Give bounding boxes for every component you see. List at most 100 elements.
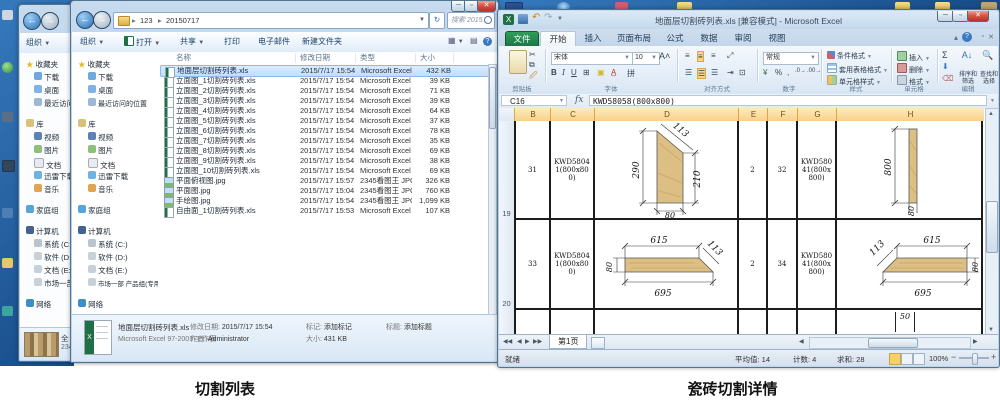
sidebar-item-share-drive[interactable]: 市场一部 产品组(专用)	[88, 278, 158, 288]
column-header[interactable]: G	[797, 108, 837, 121]
align-top-icon[interactable]: ≡	[685, 51, 690, 60]
sidebar-item-recent[interactable]: 最近访问的位置	[88, 98, 147, 109]
close-button[interactable]: ✕	[477, 1, 496, 12]
column-header-type[interactable]: 类型	[360, 52, 375, 63]
search-box[interactable]: 搜索 2015...	[447, 12, 495, 29]
sidebar-item-drive-c[interactable]: 系统 (C:)	[88, 239, 128, 250]
hscroll-left-icon[interactable]: ◀	[799, 338, 804, 345]
merge-center-icon[interactable]: ⊡	[739, 68, 746, 77]
borders-icon[interactable]: ⊞	[583, 68, 590, 77]
sidebar-item-music[interactable]: 音乐	[88, 184, 113, 195]
desktop-icon[interactable]	[2, 160, 15, 172]
cell-g20[interactable]: KWD58041(800x800)	[798, 220, 835, 308]
help-icon[interactable]: ?	[483, 36, 492, 46]
orientation-icon[interactable]: ⤢	[727, 51, 733, 61]
cell-g19[interactable]: KWD58041(800x800)	[798, 121, 835, 218]
list-scrollbar[interactable]	[488, 64, 497, 316]
tab-formulas[interactable]: 公式	[659, 31, 691, 46]
row-header[interactable]	[499, 309, 514, 334]
comma-icon[interactable]: ,	[787, 68, 789, 77]
sidebar-item-thunder[interactable]: 迅雷下载	[88, 171, 128, 182]
cell-b19[interactable]: 31	[516, 121, 549, 218]
indent-icon[interactable]: ⇥	[727, 68, 734, 77]
font-name-select[interactable]: 宋体▼	[551, 52, 633, 65]
column-header[interactable]: D	[594, 108, 739, 121]
name-box[interactable]: C16	[501, 95, 567, 106]
column-header[interactable]: F	[767, 108, 798, 121]
share-button[interactable]: 共享 ▼	[180, 36, 204, 47]
sidebar-item-pictures[interactable]: 图片	[88, 145, 113, 156]
scroll-down-icon[interactable]: ▼	[986, 325, 996, 334]
sidebar-item-drive-d[interactable]: 软件 (D:)	[88, 252, 128, 263]
back-button-icon[interactable]: ←	[23, 12, 41, 30]
desktop-icon[interactable]	[2, 10, 13, 20]
tab-review[interactable]: 审阅	[727, 31, 759, 46]
desktop-icon[interactable]	[2, 208, 13, 218]
file-row[interactable]: 立面图_1切割砖列表.xls2015/7/17 15:54Microsoft E…	[160, 76, 492, 86]
horizontal-scrollbar[interactable]	[809, 337, 971, 349]
copy-icon[interactable]: ⧉	[529, 60, 535, 70]
clear-icon[interactable]: ⌫	[942, 74, 953, 83]
row-header[interactable]: 20	[499, 219, 514, 310]
fill-color-icon[interactable]: ▣	[597, 68, 605, 77]
help-icon[interactable]: ?	[962, 32, 972, 42]
desktop-icon[interactable]	[2, 62, 13, 73]
file-row[interactable]: 立面图_8切割砖列表.xls2015/7/17 15:54Microsoft E…	[160, 146, 492, 156]
sidebar-item-desktop[interactable]: 桌面	[88, 85, 113, 96]
file-row[interactable]: 平面俯视图.jpg2015/7/17 15:572345看图王 JPG ...3…	[160, 176, 492, 186]
file-row[interactable]: 立面图_3切割砖列表.xls2015/7/17 15:54Microsoft E…	[160, 96, 492, 106]
grow-font-icon[interactable]: A˄	[659, 51, 670, 61]
find-select-icon[interactable]: 🔍	[979, 50, 997, 61]
fill-icon[interactable]: ⬇	[942, 62, 949, 71]
italic-icon[interactable]: I	[562, 68, 565, 77]
number-format-select[interactable]: 常规▼	[763, 52, 819, 65]
cell-f20[interactable]: 34	[768, 220, 796, 308]
tab-home[interactable]: 开始	[540, 31, 576, 47]
page-break-view-button[interactable]	[913, 353, 925, 365]
font-size-select[interactable]: 10▼	[632, 52, 660, 65]
file-row[interactable]: 立面图_7切割砖列表.xls2015/7/17 15:54Microsoft E…	[160, 136, 492, 146]
format-painter-icon[interactable]: 🖉	[529, 70, 538, 84]
desktop-icon[interactable]	[2, 258, 13, 268]
new-folder-button[interactable]: 新建文件夹	[302, 36, 342, 47]
column-header[interactable]: B	[514, 108, 551, 121]
zoom-slider-thumb[interactable]	[972, 353, 978, 365]
sidebar-item-homegroup[interactable]: 家庭组	[78, 205, 111, 216]
zoom-level[interactable]: 100%	[929, 354, 948, 363]
sidebar-item-drive-e[interactable]: 文档 (E:)	[88, 265, 127, 276]
tab-insert[interactable]: 插入	[577, 31, 609, 46]
normal-view-button[interactable]	[889, 353, 901, 365]
cell-e20[interactable]: 2	[739, 220, 766, 308]
column-header-size[interactable]: 大小	[420, 52, 435, 63]
formula-input[interactable]: KWD58058(800x800)	[589, 95, 987, 106]
bold-icon[interactable]: B	[551, 68, 557, 77]
cell-c19[interactable]: KWD58041(800x800)	[551, 121, 593, 218]
preview-pane-button[interactable]: ▤	[470, 36, 478, 45]
insert-sheet-icon[interactable]	[591, 337, 605, 349]
autosum-icon[interactable]: Σ	[942, 50, 948, 60]
file-row[interactable]: 立面图_4切割砖列表.xls2015/7/17 15:54Microsoft E…	[160, 106, 492, 116]
back-button-icon[interactable]: ←	[76, 11, 94, 29]
hscroll-right-icon[interactable]: ▶	[973, 338, 978, 345]
select-all-corner[interactable]	[499, 108, 515, 122]
organize-button[interactable]: 组织 ▼	[80, 36, 104, 47]
breadcrumb-segment[interactable]: 123	[140, 13, 153, 28]
address-dropdown-icon[interactable]: ▼	[419, 13, 425, 28]
scrollbar-thumb[interactable]	[986, 201, 998, 253]
column-header-date[interactable]: 修改日期	[300, 52, 330, 63]
conditional-formatting-button[interactable]: 条件格式 ▼	[827, 51, 872, 61]
scrollbar-thumb[interactable]	[868, 338, 918, 348]
tab-page-layout[interactable]: 页面布局	[611, 31, 657, 46]
zoom-in-icon[interactable]: +	[991, 352, 996, 362]
views-button[interactable]: ▦ ▼	[448, 36, 464, 45]
percent-icon[interactable]: %	[775, 68, 782, 77]
workbook-close-icon[interactable]: ✕	[988, 33, 994, 41]
file-row[interactable]: 立面图_9切割砖列表.xls2015/7/17 15:54Microsoft E…	[160, 156, 492, 166]
name-box-dropdown-icon[interactable]: ▼	[559, 98, 564, 104]
format-as-table-button[interactable]: 套用表格格式 ▼	[827, 63, 888, 75]
desktop-icon[interactable]	[2, 306, 13, 316]
row-header[interactable]: 19	[499, 121, 514, 220]
sidebar-item-documents[interactable]: 文档	[88, 158, 115, 171]
file-row[interactable]: 立面图_5切割砖列表.xls2015/7/17 15:54Microsoft E…	[160, 116, 492, 126]
page-layout-view-button[interactable]	[901, 353, 913, 365]
